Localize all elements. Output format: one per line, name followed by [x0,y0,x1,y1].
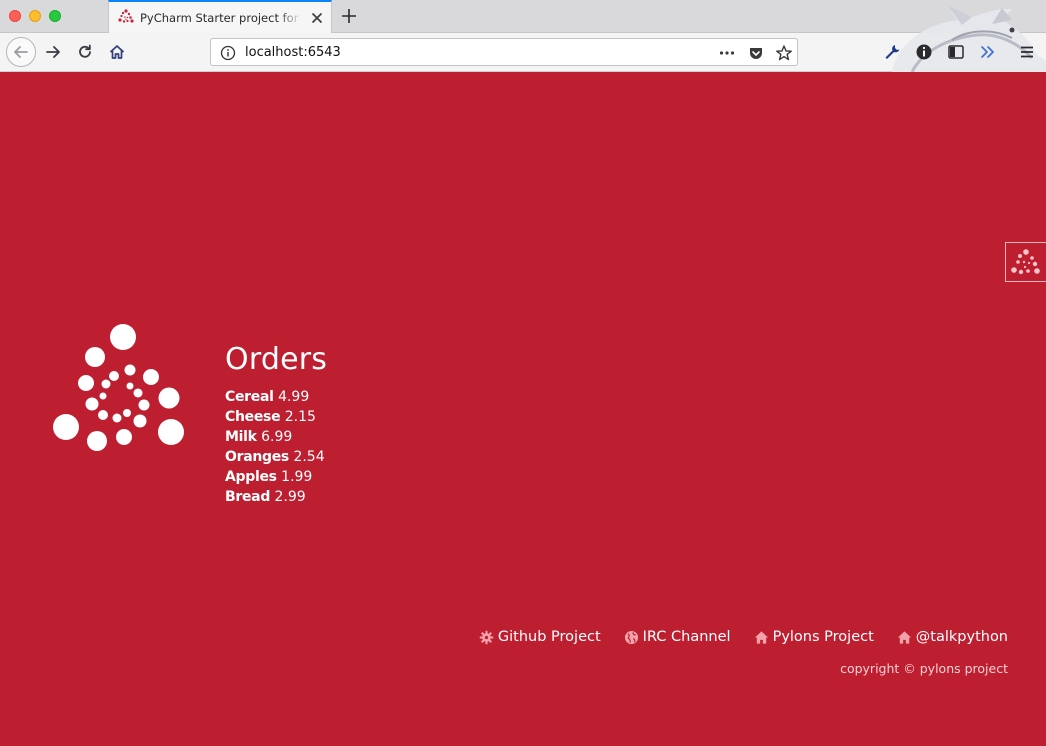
order-name: Milk [225,429,257,445]
gear-icon [479,630,494,644]
order-item: Bread 2.99 [225,487,327,507]
footer-links: Github Project IRC Channel Pylons Projec… [479,629,1008,645]
bookmark-star-icon[interactable] [775,44,793,62]
footer-link-label[interactable]: Github Project [498,629,601,645]
github-project-link[interactable]: Github Project [479,629,601,645]
forward-arrow-icon [46,46,60,58]
footer-link-label[interactable]: Pylons Project [773,629,874,645]
url-text[interactable]: localhost:6543 [245,45,341,60]
order-price: 6.99 [261,429,293,445]
order-price: 1.99 [281,469,313,485]
minimize-window-button[interactable] [29,10,41,22]
close-tab-icon[interactable] [309,10,325,26]
back-button[interactable] [6,37,36,67]
extension-info-icon[interactable] [915,43,933,61]
order-list: Cereal 4.99 Cheese 2.15 Milk 6.99 Orange… [225,387,327,507]
reload-icon [79,44,91,58]
order-price: 4.99 [278,389,310,405]
order-name: Oranges [225,449,289,465]
order-price: 2.99 [274,489,306,505]
order-item: Cheese 2.15 [225,407,327,427]
more-actions-icon[interactable] [719,46,735,60]
page-content: Orders Cereal 4.99 Cheese 2.15 Milk 6.99… [0,72,1046,746]
order-item: Oranges 2.54 [225,447,327,467]
order-name: Cereal [225,389,274,405]
debug-toolbar-toggle[interactable] [1005,242,1046,282]
tab-title: PyCharm Starter project for the [140,11,302,25]
sidebar-icon[interactable] [947,43,965,61]
pylons-project-link[interactable]: Pylons Project [754,629,874,645]
close-window-button[interactable] [9,10,21,22]
globe-icon [624,630,638,644]
order-name: Cheese [225,409,281,425]
home-icon [754,630,768,644]
pyramid-logo-icon [1011,249,1040,275]
back-arrow-icon [14,46,28,58]
orders-title: Orders [225,342,328,377]
talkpython-link[interactable]: @talkpython [897,629,1008,645]
order-name: Bread [225,489,271,505]
pocket-icon[interactable] [748,45,764,61]
browser-tab[interactable]: PyCharm Starter project for the [108,0,332,33]
order-item: Milk 6.99 [225,427,327,447]
pyramid-logo [53,324,184,451]
order-item: Apples 1.99 [225,467,327,487]
hamburger-menu-icon[interactable] [1018,43,1036,61]
address-bar[interactable]: localhost:6543 [210,38,798,66]
irc-channel-link[interactable]: IRC Channel [624,629,731,645]
order-price: 2.15 [284,409,316,425]
home-button[interactable] [103,38,131,66]
zoom-window-button[interactable] [49,10,61,22]
footer-link-label[interactable]: @talkpython [916,629,1008,645]
forward-button[interactable] [39,38,67,66]
wrench-icon[interactable] [883,43,901,61]
browser-theme-fox-artwork [892,5,1046,72]
reload-button[interactable] [71,38,99,66]
site-info-icon[interactable] [220,45,236,61]
overflow-menu-icon[interactable] [979,43,997,61]
pyramid-logo-icon [118,9,134,23]
orders-section: Orders Cereal 4.99 Cheese 2.15 Milk 6.99… [225,340,327,507]
home-icon [109,45,125,59]
order-item: Cereal 4.99 [225,387,327,407]
copyright-text: copyright © pylons project [840,661,1008,676]
home-icon [897,630,911,644]
order-name: Apples [225,469,277,485]
order-price: 2.54 [293,449,325,465]
new-tab-icon[interactable] [339,6,359,26]
footer-link-label[interactable]: IRC Channel [643,629,731,645]
